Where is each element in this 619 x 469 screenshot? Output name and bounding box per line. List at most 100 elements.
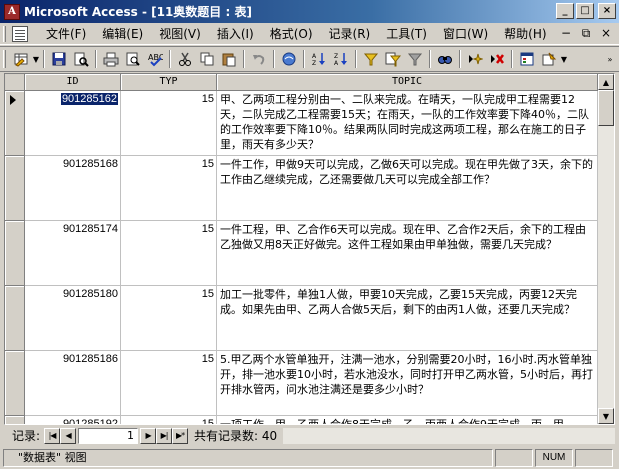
- view-dropdown-icon[interactable]: ▼: [32, 55, 40, 64]
- copy-icon[interactable]: [196, 48, 218, 70]
- cell-typ[interactable]: 15: [121, 286, 217, 351]
- find-icon[interactable]: [434, 48, 456, 70]
- menu-window[interactable]: 窗口(W): [435, 24, 496, 44]
- scroll-down-button[interactable]: ▼: [598, 408, 614, 424]
- paste-icon[interactable]: [218, 48, 240, 70]
- cell-id[interactable]: 901285180: [25, 286, 121, 351]
- cell-typ[interactable]: 15: [121, 156, 217, 221]
- record-navigator: 记录: |◀ ◀ 1 ▶ ▶| ▶* 共有记录数: 40: [4, 426, 615, 445]
- sort-descending-icon[interactable]: ZA: [330, 48, 352, 70]
- status-bar: "数据表" 视图 NUM: [0, 447, 619, 469]
- print-icon[interactable]: [100, 48, 122, 70]
- cell-typ[interactable]: 15: [121, 91, 217, 156]
- toolbar-separator: [303, 50, 305, 68]
- record-selector[interactable]: [5, 156, 25, 221]
- table-row: 901285180 15 加工一批零件，单独1人做，甲要10天完成，乙要15天完…: [5, 286, 598, 351]
- save-icon[interactable]: [48, 48, 70, 70]
- child-close-button[interactable]: ×: [599, 26, 613, 41]
- print-preview-icon[interactable]: [122, 48, 144, 70]
- current-record-field[interactable]: 1: [78, 427, 139, 444]
- insert-hyperlink-icon[interactable]: [278, 48, 300, 70]
- last-record-button[interactable]: ▶|: [156, 427, 173, 444]
- maximize-button[interactable]: □: [576, 3, 594, 19]
- menu-insert[interactable]: 插入(I): [209, 24, 262, 44]
- svg-text:Z: Z: [312, 60, 316, 67]
- view-icon[interactable]: [10, 48, 32, 70]
- next-record-button[interactable]: ▶: [140, 427, 157, 444]
- child-minimize-button[interactable]: −: [559, 26, 573, 41]
- menu-edit[interactable]: 编辑(E): [94, 24, 151, 44]
- toolbar-options-icon[interactable]: »: [605, 48, 615, 70]
- toolbar-grip[interactable]: [3, 50, 6, 68]
- toolbar-separator: [243, 50, 245, 68]
- column-header-typ[interactable]: TYP: [121, 74, 217, 91]
- access-app-icon[interactable]: A: [4, 3, 20, 20]
- menu-grip[interactable]: [3, 25, 6, 42]
- record-selector[interactable]: [5, 221, 25, 286]
- column-header-topic[interactable]: TOPIC: [217, 74, 598, 91]
- cell-id[interactable]: 901285174: [25, 221, 121, 286]
- undo-icon[interactable]: [248, 48, 270, 70]
- scroll-thumb[interactable]: [598, 90, 614, 126]
- cell-id[interactable]: 901285186: [25, 351, 121, 416]
- toolbar-separator: [43, 50, 45, 68]
- first-record-button[interactable]: |◀: [44, 427, 61, 444]
- new-object-icon[interactable]: [538, 48, 560, 70]
- toolbar-separator: [511, 50, 513, 68]
- previous-record-button[interactable]: ◀: [60, 427, 77, 444]
- new-object-dropdown-icon[interactable]: ▼: [560, 55, 568, 64]
- child-restore-button[interactable]: ⧉: [579, 26, 593, 41]
- menu-records[interactable]: 记录(R): [321, 24, 379, 44]
- cell-topic[interactable]: 加工一批零件，单独1人做，甲要10天完成，乙要15天完成，丙要12天完成。如果先…: [217, 286, 598, 351]
- toolbar-separator: [95, 50, 97, 68]
- record-selector[interactable]: [5, 416, 25, 424]
- filter-by-selection-icon[interactable]: [360, 48, 382, 70]
- sort-ascending-icon[interactable]: AZ: [308, 48, 330, 70]
- cell-typ[interactable]: 15: [121, 221, 217, 286]
- menu-view[interactable]: 视图(V): [151, 24, 209, 44]
- scroll-up-button[interactable]: ▲: [598, 74, 614, 90]
- table-row: 901285186 15 5.甲乙两个水管单独开，注满一池水，分别需要20小时，…: [5, 351, 598, 416]
- toolbar: ▼ ABC AZ ZA ▼ »: [0, 46, 619, 72]
- new-record-icon[interactable]: [464, 48, 486, 70]
- cell-topic[interactable]: 一件工程，甲、乙合作6天可以完成。现在甲、乙合作2天后，余下的工程由乙独做又用8…: [217, 221, 598, 286]
- selected-id-text: 901285162: [60, 93, 118, 105]
- cell-id[interactable]: 901285162: [25, 91, 121, 156]
- toolbar-separator: [355, 50, 357, 68]
- status-num-indicator: NUM: [535, 449, 573, 467]
- menu-tools[interactable]: 工具(T): [378, 24, 435, 44]
- cell-topic[interactable]: 5.甲乙两个水管单独开，注满一池水，分别需要20小时，16小时.丙水管单独开，排…: [217, 351, 598, 416]
- menu-help[interactable]: 帮助(H): [496, 24, 554, 44]
- cell-topic[interactable]: 一件工作，甲做9天可以完成，乙做6天可以完成。现在甲先做了3天，余下的工作由乙继…: [217, 156, 598, 221]
- select-all-corner[interactable]: [5, 74, 25, 91]
- table-window-icon[interactable]: [12, 25, 28, 42]
- cell-id[interactable]: 901285168: [25, 156, 121, 221]
- menu-format[interactable]: 格式(O): [262, 24, 321, 44]
- current-record-arrow-icon: [10, 95, 16, 105]
- window-controls: _ □ ×: [556, 3, 616, 19]
- horizontal-scroll-area[interactable]: [283, 427, 615, 444]
- menu-file[interactable]: 文件(F): [38, 24, 94, 44]
- search-file-icon[interactable]: [70, 48, 92, 70]
- cell-typ[interactable]: 15: [121, 351, 217, 416]
- close-button[interactable]: ×: [598, 3, 616, 19]
- delete-record-icon[interactable]: [486, 48, 508, 70]
- filter-by-form-icon[interactable]: [382, 48, 404, 70]
- cell-topic[interactable]: 甲、乙两项工程分别由一、二队来完成。在晴天，一队完成甲工程需要12天，二队完成乙…: [217, 91, 598, 156]
- vertical-scrollbar[interactable]: ▲ ▼: [598, 74, 614, 424]
- database-window-icon[interactable]: [516, 48, 538, 70]
- apply-filter-icon[interactable]: [404, 48, 426, 70]
- svg-text:Z: Z: [334, 53, 338, 60]
- new-record-nav-button[interactable]: ▶*: [172, 427, 189, 444]
- cell-typ[interactable]: 15: [121, 416, 217, 424]
- cut-icon[interactable]: [174, 48, 196, 70]
- record-selector[interactable]: [5, 286, 25, 351]
- cell-id[interactable]: 901285192: [25, 416, 121, 424]
- spelling-icon[interactable]: ABC: [144, 48, 166, 70]
- datasheet-rows: 901285162 15 甲、乙两项工程分别由一、二队来完成。在晴天，一队完成甲…: [5, 91, 598, 424]
- column-header-id[interactable]: ID: [25, 74, 121, 91]
- record-selector[interactable]: [5, 91, 25, 156]
- record-selector[interactable]: [5, 351, 25, 416]
- minimize-button[interactable]: _: [556, 3, 574, 19]
- cell-topic[interactable]: 一项工作，甲、乙两人合作8天完成，乙、丙两人合作9天完成，丙、甲: [217, 416, 598, 424]
